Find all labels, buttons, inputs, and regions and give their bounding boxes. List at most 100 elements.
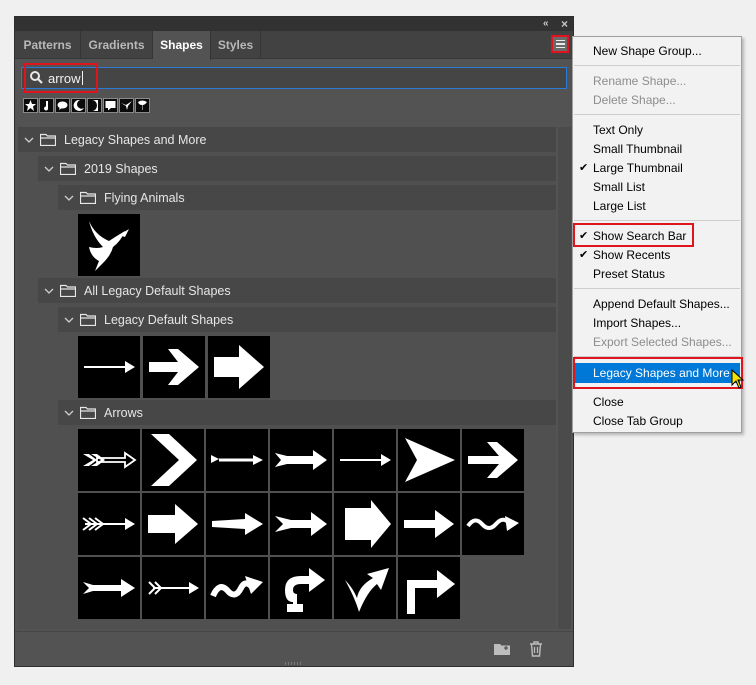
shape-thumbnail[interactable] <box>78 493 140 555</box>
shape-thumbnail[interactable] <box>78 336 140 398</box>
chevron-down-icon[interactable] <box>64 315 74 325</box>
panel-menu-button[interactable] <box>551 35 569 53</box>
speech-bubble-icon[interactable] <box>55 98 70 113</box>
menu-item-label: Large List <box>593 199 646 213</box>
shape-thumbnail[interactable] <box>398 557 460 619</box>
shape-thumbnail[interactable] <box>270 429 332 491</box>
bold-arrow-icon <box>468 442 518 478</box>
flying-animals-grid <box>78 214 140 276</box>
tab-styles[interactable]: Styles <box>211 31 261 59</box>
text-caret <box>81 71 83 85</box>
line-arrow-icon <box>340 454 391 466</box>
close-panel-button[interactable]: × <box>561 17 568 31</box>
menu-item-delete-shape: Delete Shape... <box>574 91 740 110</box>
chevron-down-icon[interactable] <box>44 286 54 296</box>
shape-thumbnail[interactable] <box>206 493 268 555</box>
recent-shapes <box>23 98 150 113</box>
shape-thumbnail[interactable] <box>270 493 332 555</box>
shape-thumbnail[interactable] <box>398 429 460 491</box>
tab-patterns[interactable]: Patterns <box>15 31 81 59</box>
collapse-panel-button[interactable]: « <box>543 17 549 31</box>
menu-item-text-only[interactable]: Text Only <box>574 121 740 140</box>
menu-item-large-list[interactable]: Large List <box>574 197 740 216</box>
shape-thumbnail[interactable] <box>78 557 140 619</box>
u-turn-arrow-icon <box>285 568 325 612</box>
fletched-arrow-icon <box>275 450 327 470</box>
menu-item-close-tab-group[interactable]: Close Tab Group <box>574 412 740 431</box>
search-highlight: arrow <box>24 63 98 93</box>
panel-footer <box>15 631 573 666</box>
bold-arrow-icon <box>149 349 199 385</box>
triangle-arrow-icon <box>405 438 455 482</box>
menu-item-small-list[interactable]: Small List <box>574 178 740 197</box>
menu-item-new-shape-group[interactable]: New Shape Group... <box>574 42 740 61</box>
shape-thumbnail[interactable] <box>208 336 270 398</box>
vertical-scrollbar[interactable] <box>558 127 571 629</box>
shape-thumbnail[interactable] <box>270 557 332 619</box>
group-arrows[interactable]: Arrows <box>58 400 556 425</box>
chevron-down-icon[interactable] <box>24 135 34 145</box>
group-label: All Legacy Default Shapes <box>84 283 231 298</box>
music-note-icon[interactable] <box>39 98 54 113</box>
chevron-down-icon[interactable] <box>44 164 54 174</box>
shape-thumbnail[interactable] <box>334 493 396 555</box>
shape-thumbnail[interactable] <box>143 336 205 398</box>
menu-item-label: Rename Shape... <box>593 74 687 88</box>
legacy-default-grid <box>78 336 270 398</box>
moon-icon[interactable] <box>71 98 86 113</box>
menu-item-label: Show Recents <box>593 248 671 262</box>
tree-icon[interactable] <box>23 98 38 113</box>
group-legacy-shapes-and-more[interactable]: Legacy Shapes and More <box>18 127 556 152</box>
shape-thumbnail[interactable] <box>398 493 460 555</box>
shapes-panel: « × Patterns Gradients Shapes Styles arr… <box>14 16 574 667</box>
block-arrow-icon <box>148 504 198 544</box>
menu-item-large-thumbnail[interactable]: ✔ Large Thumbnail <box>574 159 740 178</box>
shape-thumbnail[interactable] <box>142 429 204 491</box>
folder-icon[interactable] <box>493 640 511 658</box>
group-legacy-default-shapes[interactable]: Legacy Default Shapes <box>58 307 556 332</box>
search-input[interactable]: arrow <box>21 63 567 93</box>
thin-arrow-icon <box>84 361 135 373</box>
bird-icon[interactable] <box>119 98 134 113</box>
group-flying-animals[interactable]: Flying Animals <box>58 185 556 210</box>
menu-item-import-shapes[interactable]: Import Shapes... <box>574 314 740 333</box>
menu-item-label: Export Selected Shapes... <box>593 335 732 349</box>
shape-thumbnail[interactable] <box>78 214 140 276</box>
feathered-arrow-icon <box>148 581 199 595</box>
chevron-down-icon[interactable] <box>64 408 74 418</box>
feathered-arrow-icon <box>83 451 137 469</box>
folder-icon <box>40 133 56 146</box>
menu-item-preset-status[interactable]: Preset Status <box>574 265 740 284</box>
trash-icon[interactable] <box>527 640 545 658</box>
menu-item-show-recents[interactable]: ✔ Show Recents <box>574 246 740 265</box>
shape-thumbnail[interactable] <box>462 429 524 491</box>
speech-bubble-icon[interactable] <box>103 98 118 113</box>
folder-icon <box>60 162 76 175</box>
shape-thumbnail[interactable] <box>334 429 396 491</box>
shape-thumbnail[interactable] <box>142 493 204 555</box>
resize-grip[interactable] <box>285 662 301 665</box>
shape-thumbnail[interactable] <box>334 557 396 619</box>
group-label: Arrows <box>104 405 143 420</box>
chevron-down-icon[interactable] <box>64 193 74 203</box>
shape-thumbnail[interactable] <box>78 429 140 491</box>
menu-item-close[interactable]: Close <box>574 393 740 412</box>
group-all-legacy-default-shapes[interactable]: All Legacy Default Shapes <box>38 278 556 303</box>
shape-thumbnail[interactable] <box>206 429 268 491</box>
tab-shapes[interactable]: Shapes <box>153 31 211 60</box>
menu-item-append-default-shapes[interactable]: Append Default Shapes... <box>574 295 740 314</box>
menu-separator <box>574 220 740 221</box>
menu-item-small-thumbnail[interactable]: Small Thumbnail <box>574 140 740 159</box>
right-arrow-icon <box>404 510 454 538</box>
shape-thumbnail[interactable] <box>206 557 268 619</box>
group-label: Flying Animals <box>104 190 185 205</box>
group-2019-shapes[interactable]: 2019 Shapes <box>38 156 556 181</box>
leaf-icon[interactable] <box>135 98 150 113</box>
shape-thumbnail[interactable] <box>142 557 204 619</box>
tab-gradients[interactable]: Gradients <box>81 31 153 59</box>
turn-right-arrow-icon <box>407 570 455 614</box>
menu-item-label: Import Shapes... <box>593 316 682 330</box>
menu-separator <box>574 114 740 115</box>
shape-thumbnail[interactable] <box>462 493 524 555</box>
crescent-icon[interactable] <box>87 98 102 113</box>
